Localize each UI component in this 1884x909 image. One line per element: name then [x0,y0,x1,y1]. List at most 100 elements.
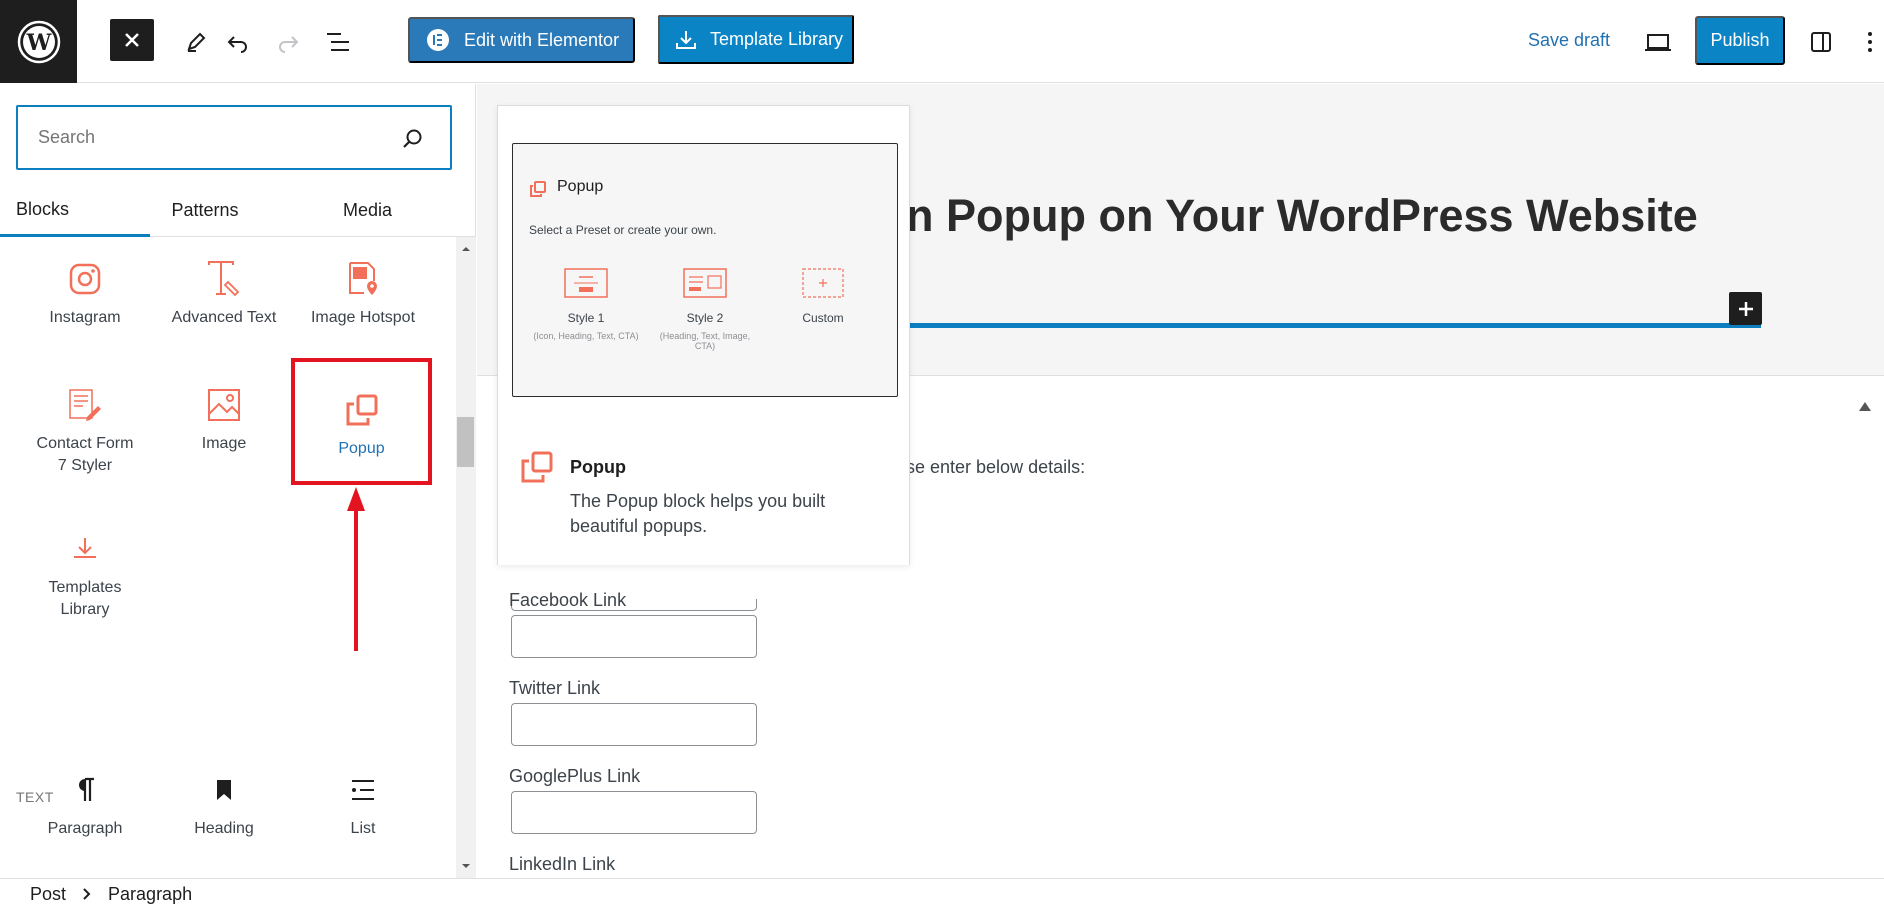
image-icon [155,377,293,433]
popup-icon [521,451,553,483]
twitter-link-input[interactable] [511,703,757,746]
block-label: Image Hotspot [310,309,416,326]
preset-custom: Custom [768,268,878,325]
tab-patterns[interactable]: Patterns [150,184,260,237]
breadcrumb-post[interactable]: Post [30,884,66,905]
scroll-thumb[interactable] [457,417,474,467]
style-1-preset-icon [564,268,608,298]
preset-name: Style 2 [686,311,724,325]
svg-text:W: W [25,30,51,56]
block-label: Popup [338,440,385,457]
advanced-text-icon [155,251,293,307]
plus-icon [1738,301,1753,316]
googleplus-link-input[interactable] [511,791,757,834]
preview-button[interactable] [1638,22,1678,62]
block-contact-form-7-styler[interactable]: Contact Form 7 Styler [16,377,154,477]
block-image-hotspot[interactable]: Image Hotspot [294,251,432,329]
tools-button[interactable] [176,22,216,62]
contact-form-icon [16,377,154,433]
more-vertical-icon [1868,32,1872,52]
redo-button[interactable] [268,22,308,62]
bookmark-icon [155,762,293,818]
custom-preset-icon [802,268,844,298]
pencil-icon [187,32,206,52]
block-label: Heading [194,820,254,837]
publish-button[interactable]: Publish [1695,16,1785,65]
save-draft-button[interactable]: Save draft [1528,30,1610,51]
block-list-item[interactable]: List [294,762,432,840]
download-icon [676,30,696,49]
style-2-preset-icon [683,268,727,298]
tab-blocks[interactable]: Blocks [0,184,150,237]
block-instagram[interactable]: Instagram [16,251,154,329]
search-icon[interactable] [402,128,424,150]
scroll-up-icon[interactable] [456,239,476,259]
document-overview-button[interactable] [318,22,358,62]
undo-icon [227,36,247,53]
facebook-link-input[interactable] [511,615,757,658]
form-label: GooglePlus Link [509,766,641,786]
block-label: Instagram [49,309,121,326]
block-label: Advanced Text [171,309,277,326]
editor-root: W Edit with Elementor Template Library S… [0,0,1884,909]
close-inserter-button[interactable] [110,19,154,61]
inserter-tabs: Blocks Patterns Media [0,184,476,237]
scroll-down-icon[interactable] [456,856,476,876]
block-advanced-text[interactable]: Advanced Text [155,251,293,329]
form-label: Twitter Link [509,678,601,698]
sidebar-toggle-icon [1811,32,1831,52]
elementor-label: Edit with Elementor [464,29,620,50]
edit-with-elementor-button[interactable]: Edit with Elementor [408,17,635,63]
paragraph-icon [16,762,154,818]
block-templates-library[interactable]: Templates Library [16,521,154,621]
top-toolbar: W Edit with Elementor Template Library S… [0,0,1884,83]
block-heading[interactable]: Heading [155,762,293,840]
preset-desc: (Icon, Heading, Text, CTA) [533,331,639,341]
popup-icon [295,382,428,438]
template-library-label: Template Library [710,29,844,49]
annotation-arrow-icon [347,487,365,651]
block-label: Image [201,435,247,452]
instagram-icon [16,251,154,307]
block-image[interactable]: Image [155,377,293,455]
image-hotspot-icon [294,251,432,307]
collapse-icon[interactable] [1859,402,1871,411]
template-library-button[interactable]: Template Library [658,15,854,64]
block-paragraph[interactable]: Paragraph [16,762,154,840]
inserter-scrollbar[interactable] [456,237,476,878]
preview-frame: Popup Select a Preset or create your own… [512,143,898,397]
undo-button[interactable] [218,22,258,62]
block-label: Templates Library [48,579,122,618]
tab-media[interactable]: Media [315,184,420,237]
breadcrumb: Post Paragraph [0,878,1884,909]
elementor-icon [427,29,449,51]
block-label: Paragraph [47,820,123,837]
preview-frame-title: Popup [557,178,604,195]
redo-icon [279,36,299,53]
preview-block-description: The Popup block helps you built beautifu… [570,491,826,536]
preset-style-1: Style 1 (Icon, Heading, Text, CTA) [531,268,641,341]
block-popup[interactable]: Popup [291,358,432,485]
preview-block-title: Popup [570,457,626,477]
popup-icon [530,181,546,197]
preset-desc: (Heading, Text, Image, CTA) [659,331,751,351]
chevron-right-icon [83,888,91,900]
breadcrumb-paragraph[interactable]: Paragraph [108,884,192,905]
laptop-icon [1645,34,1671,51]
form-intro-text: se enter below details: [906,457,1086,477]
search-box [16,105,452,170]
post-title[interactable]: n Popup on Your WordPress Website [906,190,1698,242]
preview-frame-subtitle: Select a Preset or create your own. [529,223,717,237]
preset-style-2: Style 2 (Heading, Text, Image, CTA) [650,268,760,351]
close-icon [125,33,139,47]
preview-info: Popup The Popup block helps you built be… [498,426,909,565]
search-input[interactable] [38,127,388,148]
preset-name: Custom [802,311,844,325]
wordpress-logo-icon[interactable]: W [0,0,77,83]
add-block-button[interactable] [1729,292,1762,325]
download-icon [16,521,154,577]
settings-panel-button[interactable] [1801,22,1841,62]
form-label: Facebook Link [509,590,627,610]
title-underline [906,323,1761,328]
options-menu-button[interactable] [1858,22,1882,62]
